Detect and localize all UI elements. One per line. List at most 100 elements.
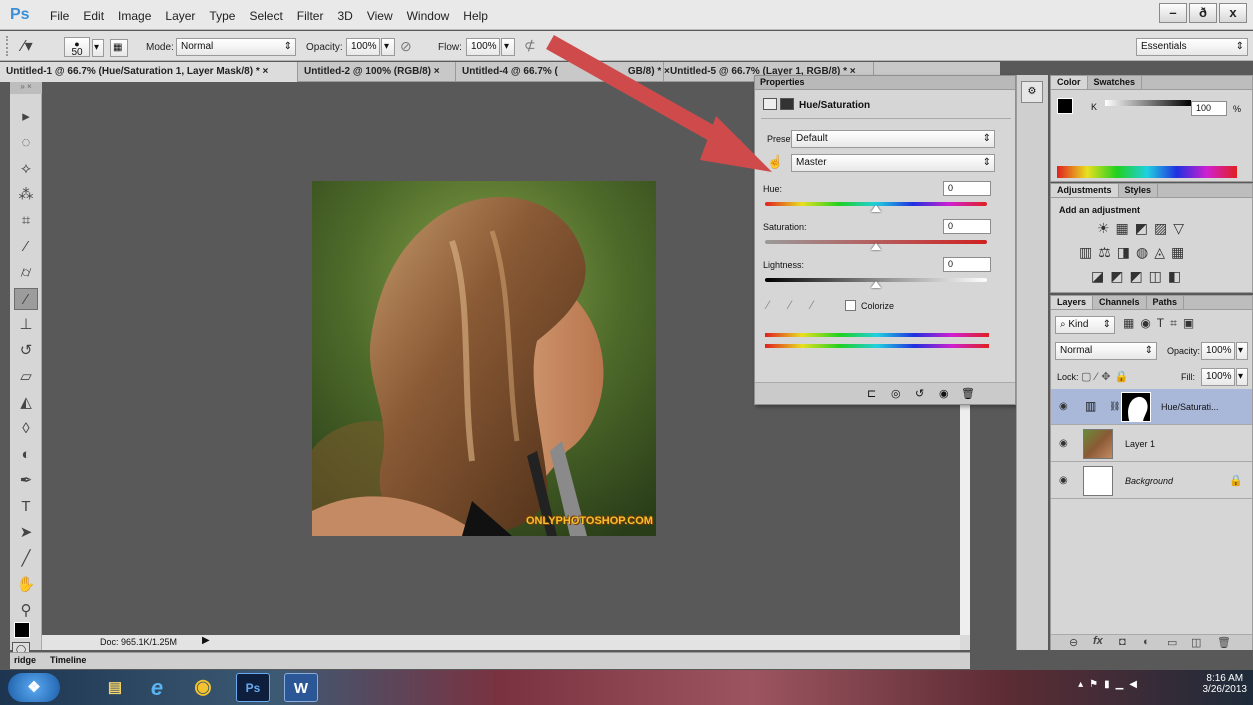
k-slider[interactable] <box>1105 100 1191 106</box>
eyedropper-minus-icon[interactable]: ⁄ <box>811 298 813 312</box>
menu-window[interactable]: Window <box>407 9 450 23</box>
visibility-eye-icon[interactable]: ◉ <box>1059 401 1068 412</box>
brush-tool-preset-icon[interactable]: ⁄▾ <box>22 36 33 56</box>
tab-channels[interactable]: Channels <box>1093 296 1147 309</box>
menu-view[interactable]: View <box>367 9 393 23</box>
lightness-input[interactable]: 0 <box>943 257 991 272</box>
flow-dropdown-icon[interactable]: ▾ <box>501 38 515 56</box>
path-select-tool-icon[interactable]: ➤ <box>14 522 38 544</box>
layer-row-hue-saturation[interactable]: ◉ ▥ ⛓ Hue/Saturati... <box>1051 389 1252 425</box>
color-spectrum-ramp[interactable] <box>1057 166 1237 178</box>
lasso-tool-icon[interactable]: ⟡ <box>14 158 38 180</box>
layer-filter-icons[interactable]: ▦◉T⌗▣ <box>1123 316 1200 331</box>
chevron-down-icon[interactable]: ▾ <box>92 39 104 57</box>
tab-styles[interactable]: Styles <box>1119 184 1159 197</box>
move-tool-icon[interactable]: ▸ <box>14 106 38 128</box>
tab-layers[interactable]: Layers <box>1051 296 1094 309</box>
pressure-opacity-icon[interactable]: ⊘ <box>400 38 412 55</box>
layer-row-background[interactable]: ◉ Background 🔒 <box>1051 463 1252 499</box>
mask-icon[interactable] <box>780 98 794 110</box>
file-explorer-icon[interactable]: ▤ <box>98 673 132 702</box>
healing-brush-tool-icon[interactable]: ⌭ <box>14 262 38 284</box>
minimize-button[interactable]: – <box>1159 3 1187 23</box>
vertical-scrollbar-thumb[interactable] <box>960 405 970 635</box>
new-group-icon[interactable]: ▭ <box>1167 636 1177 649</box>
colorize-checkbox[interactable] <box>845 300 856 311</box>
k-value-input[interactable]: 100 <box>1191 101 1227 116</box>
brush-size-picker[interactable]: ● 50 <box>64 37 90 58</box>
blur-tool-icon[interactable]: ◊ <box>14 418 38 440</box>
eraser-tool-icon[interactable]: ▱ <box>14 366 38 388</box>
zoom-tool-icon[interactable]: ⚲ <box>14 600 38 622</box>
system-tray-icons[interactable]: ▴⚑▮▁◀ <box>1078 679 1143 690</box>
new-adjustment-layer-icon[interactable]: ◐ <box>1143 636 1150 648</box>
targeted-adjustment-hand-icon[interactable]: ☝ <box>767 154 783 170</box>
link-chain-icon[interactable]: ⛓ <box>1109 401 1120 412</box>
eyedropper-tool-icon[interactable]: ⁄ <box>14 236 38 258</box>
workspace-select[interactable]: Essentials ⇕ <box>1136 38 1248 56</box>
status-arrow-icon[interactable]: ▶ <box>202 635 210 646</box>
eyedropper-plus-icon[interactable]: ⁄ <box>789 298 791 312</box>
menu-3d[interactable]: 3D <box>337 9 352 23</box>
airbrush-icon[interactable]: ⊄ <box>524 37 536 54</box>
channel-select[interactable]: Master ⇕ <box>791 154 995 172</box>
brush-panel-toggle-icon[interactable]: ▦ <box>110 39 128 57</box>
mode-select[interactable]: Normal ⇕ <box>176 38 296 56</box>
adjustment-icons-row-3[interactable]: ◪◩◩◫◧ <box>1091 268 1187 285</box>
chrome-icon[interactable]: ◉ <box>186 673 220 702</box>
opacity-input[interactable]: 100% <box>346 38 380 56</box>
internet-explorer-icon[interactable]: e <box>140 673 174 702</box>
layer-opacity-input[interactable]: 100% <box>1201 342 1235 360</box>
delete-icon[interactable]: 🗑 <box>961 387 975 400</box>
tab-color[interactable]: Color <box>1051 76 1088 89</box>
hue-input[interactable]: 0 <box>943 181 991 196</box>
flow-input[interactable]: 100% <box>466 38 500 56</box>
toggle-visibility-icon[interactable]: ◉ <box>939 387 949 400</box>
maximize-button[interactable]: ð <box>1189 3 1217 23</box>
paint-bucket-tool-icon[interactable]: ◭ <box>14 392 38 414</box>
dodge-tool-icon[interactable]: ◐ <box>14 444 38 466</box>
view-previous-icon[interactable]: ◎ <box>891 387 901 400</box>
opacity-dropdown-icon[interactable]: ▾ <box>381 38 395 56</box>
menu-select[interactable]: Select <box>249 9 282 23</box>
properties-panel-icon[interactable]: ⚙ <box>1021 81 1043 103</box>
close-button[interactable]: x <box>1219 3 1247 23</box>
menu-image[interactable]: Image <box>118 9 151 23</box>
tab-swatches[interactable]: Swatches <box>1088 76 1143 89</box>
type-tool-icon[interactable]: T <box>14 496 38 518</box>
clock[interactable]: 8:16 AM 3/26/2013 <box>1203 673 1248 695</box>
menu-help[interactable]: Help <box>463 9 488 23</box>
layer-row-layer-1[interactable]: ◉ Layer 1 <box>1051 426 1252 462</box>
menu-filter[interactable]: Filter <box>297 9 324 23</box>
start-button[interactable]: ❖ <box>8 673 60 702</box>
visibility-eye-icon[interactable]: ◉ <box>1059 438 1068 449</box>
saturation-slider-thumb[interactable] <box>871 243 881 250</box>
layer-filter-select[interactable]: ⌕ Kind ⇕ <box>1055 316 1115 334</box>
menu-type[interactable]: Type <box>209 9 235 23</box>
marquee-tool-icon[interactable]: ◌ <box>14 132 38 154</box>
toolbox-collapse-icon[interactable]: » × <box>10 82 42 94</box>
photoshop-taskbar-icon[interactable]: Ps <box>236 673 270 702</box>
fill-input[interactable]: 100% <box>1201 368 1235 386</box>
line-tool-icon[interactable]: ╱ <box>14 548 38 570</box>
tab-untitled-4[interactable]: Untitled-4 @ 66.7% (GB/8) * × <box>456 62 670 82</box>
layer-opacity-dropdown-icon[interactable]: ▾ <box>1236 342 1248 360</box>
fill-dropdown-icon[interactable]: ▾ <box>1236 368 1248 386</box>
adjustment-icons-row-1[interactable]: ☀▦◩▨▽ <box>1097 220 1190 237</box>
menu-file[interactable]: File <box>50 9 69 23</box>
adjustment-icons-row-2[interactable]: ▥⚖◨◍◬▦ <box>1079 244 1190 261</box>
word-taskbar-icon[interactable]: W <box>284 673 318 702</box>
visibility-eye-icon[interactable]: ◉ <box>1059 475 1068 486</box>
eyedropper-icon[interactable]: ⁄ <box>767 298 769 312</box>
clip-to-layer-icon[interactable]: ⊏ <box>867 387 876 400</box>
blend-mode-select[interactable]: Normal ⇕ <box>1055 342 1157 360</box>
pressure-size-icon[interactable]: ⊘ <box>556 37 568 54</box>
preset-select[interactable]: Default ⇕ <box>791 130 995 148</box>
tab-timeline[interactable]: Timeline <box>50 655 86 665</box>
new-layer-icon[interactable]: ◫ <box>1191 636 1201 649</box>
quick-select-tool-icon[interactable]: ⁂ <box>14 184 38 206</box>
layer-mask-thumbnail[interactable] <box>1121 392 1151 422</box>
menu-edit[interactable]: Edit <box>83 9 104 23</box>
tab-adjustments[interactable]: Adjustments <box>1051 184 1119 197</box>
tab-untitled-1[interactable]: Untitled-1 @ 66.7% (Hue/Saturation 1, La… <box>0 62 298 82</box>
